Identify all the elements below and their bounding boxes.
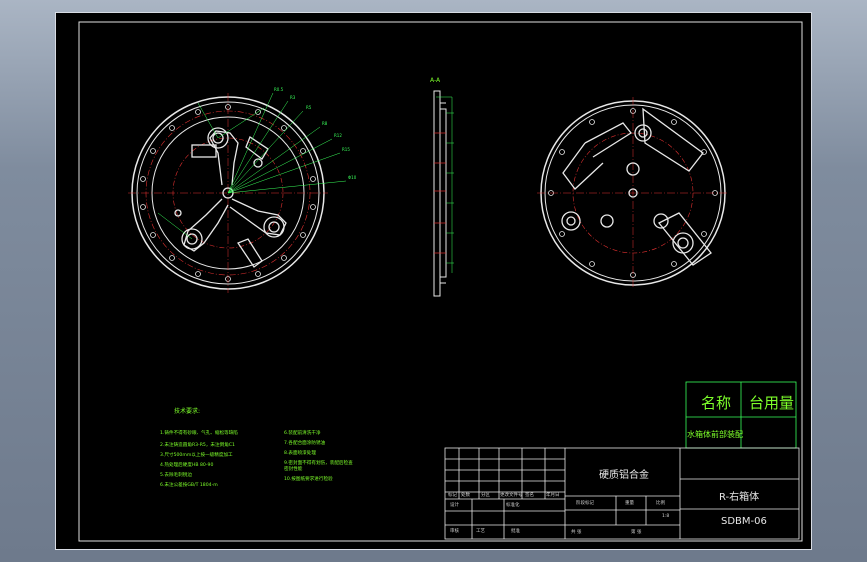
tb-label: 更改文件号 bbox=[500, 493, 523, 498]
name-header: 名称 bbox=[701, 394, 732, 412]
note-line: 8.表面喷漆处理 bbox=[284, 451, 316, 456]
tb-label: 处数 bbox=[461, 493, 470, 498]
technical-notes-title: 技术要求: bbox=[174, 408, 201, 415]
tb-label: 批准 bbox=[511, 529, 520, 534]
tb-label: 阶段标记 bbox=[576, 501, 594, 506]
part-code: SDBM-06 bbox=[721, 516, 767, 527]
tb-label: 签名 bbox=[525, 493, 534, 498]
tb-label: 重量 bbox=[625, 501, 634, 506]
technical-notes-left: 1.铸件不得有砂眼、气孔、缩松等缺陷 2.未注铸造圆角R3-R5，未注倒角C1 … bbox=[160, 431, 238, 489]
note-line: 3.尺寸500mm以上按一级精度加工 bbox=[160, 453, 233, 458]
note-line: 2.未注铸造圆角R3-R5，未注倒角C1 bbox=[160, 443, 235, 448]
tb-label: 设计 bbox=[450, 503, 459, 508]
tb-label: 审核 bbox=[450, 529, 459, 534]
assembly-name: 水箱体前部装配 bbox=[687, 430, 743, 439]
note-line: 5.去除毛刺锐边 bbox=[160, 473, 192, 478]
tb-label: 共 张 bbox=[571, 530, 582, 535]
svg-text:R3: R3 bbox=[290, 95, 296, 100]
tb-label: 标准化 bbox=[506, 503, 520, 508]
technical-notes-right: 6.装配前清洗干净 7.各配合面涂防锈油 8.表面喷漆处理 9.密封面不得有划伤… bbox=[284, 431, 353, 483]
part-name: R-右箱体 bbox=[719, 492, 760, 503]
tb-label: 年月日 bbox=[546, 493, 560, 498]
section-view bbox=[433, 90, 454, 297]
note-line: 6.装配前清洗干净 bbox=[284, 431, 321, 436]
front-view: R0.5 R3 R5 R8 R12 R15 Φ10 bbox=[128, 87, 357, 293]
usage-header: 台用量 bbox=[749, 394, 795, 412]
svg-text:R8: R8 bbox=[322, 121, 328, 126]
svg-text:R15: R15 bbox=[342, 147, 350, 152]
drawing-sheet: R0.5 R3 R5 R8 R12 R15 Φ10 A-A 技术要求: 1.铸件… bbox=[55, 12, 812, 550]
section-label: A-A bbox=[430, 77, 441, 84]
note-line: 1.铸件不得有砂眼、气孔、缩松等缺陷 bbox=[160, 431, 238, 436]
tb-label: 比例 bbox=[656, 501, 665, 506]
tb-label: 分区 bbox=[481, 493, 490, 498]
tb-label: 工艺 bbox=[476, 529, 485, 534]
note-line: 4.热处理后硬度HB 80-90 bbox=[160, 463, 214, 468]
svg-text:Φ10: Φ10 bbox=[348, 175, 357, 180]
scale-value: 1:8 bbox=[662, 514, 670, 519]
note-line: 7.各配合面涂防锈油 bbox=[284, 441, 326, 446]
svg-text:R0.5: R0.5 bbox=[274, 87, 284, 92]
note-line: 10.按图纸要求进行检验 bbox=[284, 477, 333, 482]
tb-label: 标记 bbox=[448, 493, 457, 498]
note-line: 6.未注公差按GB/T 1804-m bbox=[160, 483, 218, 488]
rear-view bbox=[537, 97, 729, 289]
svg-text:R12: R12 bbox=[334, 133, 342, 138]
note-line: 密封性能 bbox=[284, 467, 303, 472]
svg-text:R5: R5 bbox=[306, 105, 312, 110]
tb-label: 第 张 bbox=[631, 530, 642, 535]
material-name: 硬质铝合金 bbox=[599, 470, 649, 481]
